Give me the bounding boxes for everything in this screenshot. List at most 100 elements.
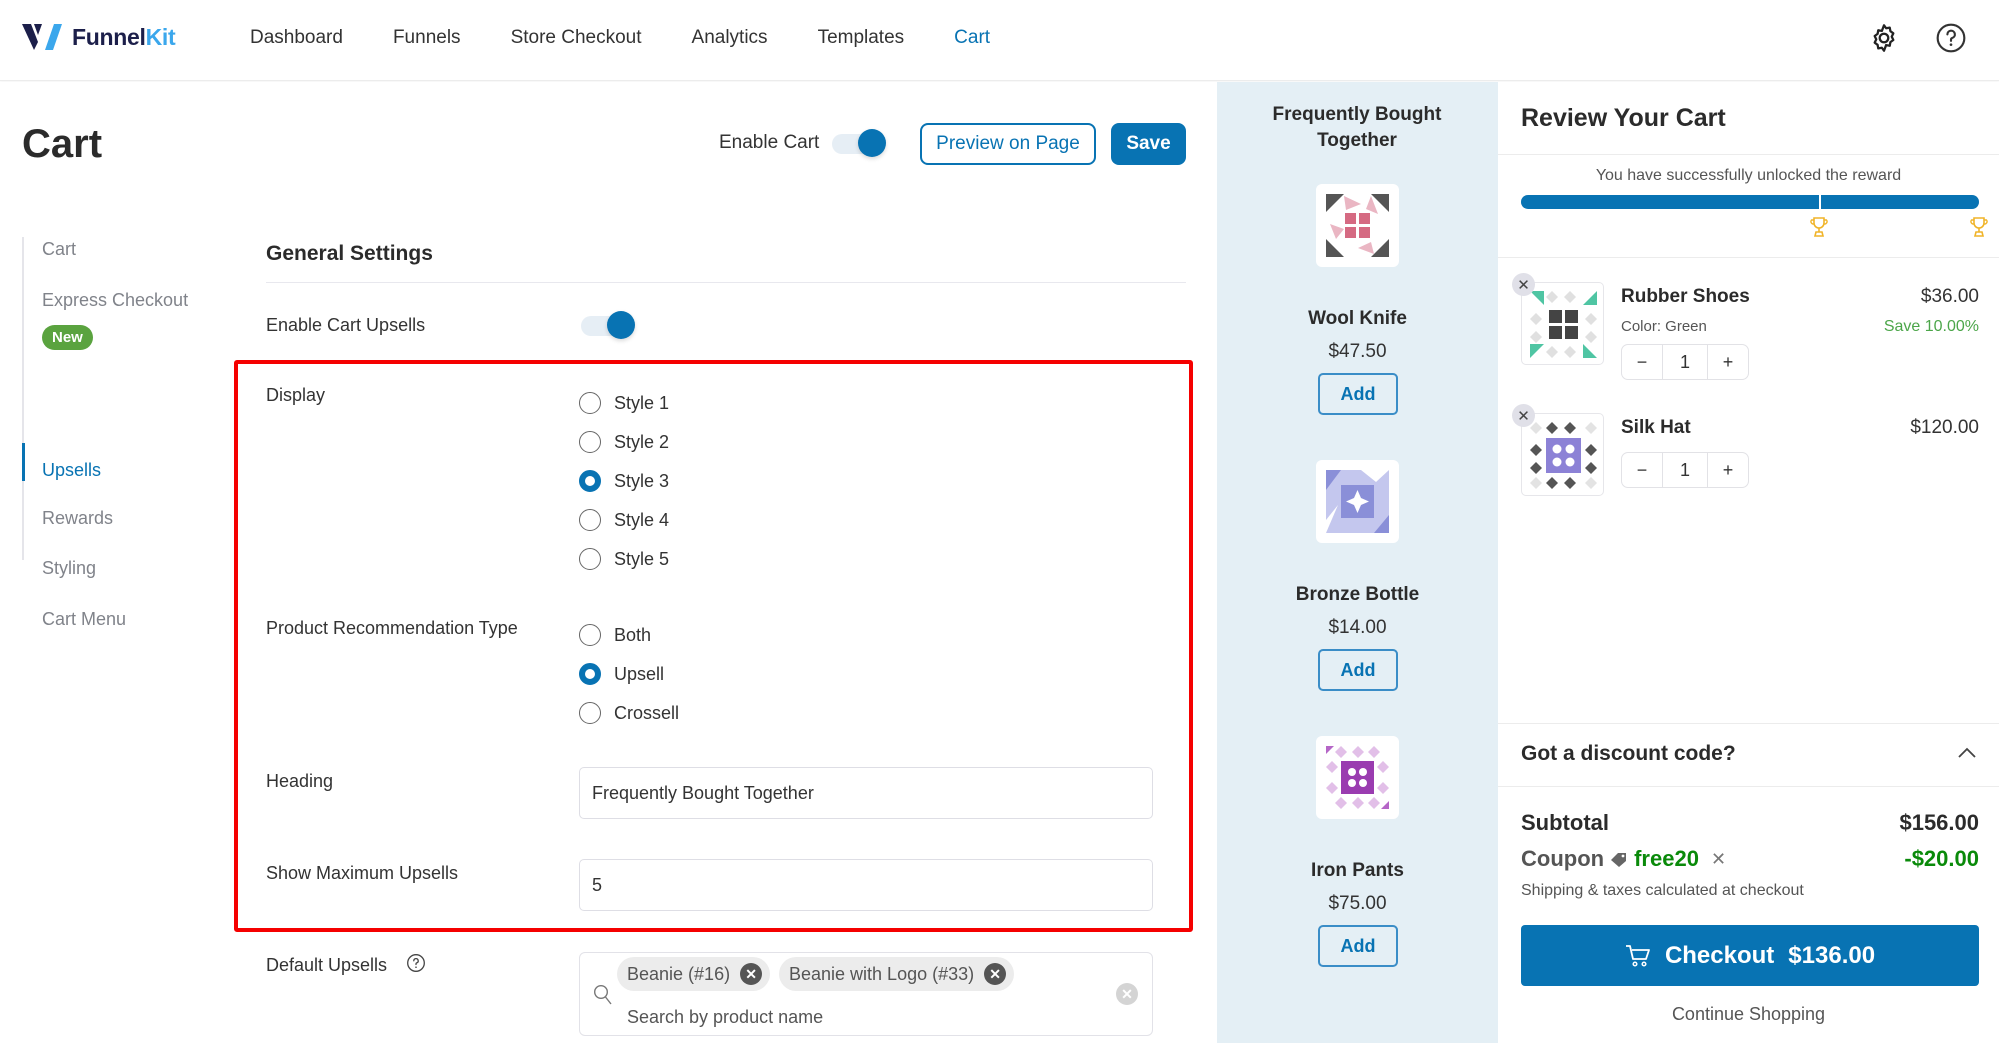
radio-both[interactable]: Both (579, 624, 651, 646)
discount-toggle[interactable]: Got a discount code? (1521, 742, 1736, 766)
divider (1498, 154, 1999, 155)
fbt-title: Frequently Bought Together (1272, 104, 1442, 151)
sidebar-item-styling[interactable]: Styling (42, 558, 96, 579)
enable-cart-toggle[interactable] (830, 129, 886, 157)
fbt-add-button[interactable]: Add (1318, 373, 1398, 415)
divider (1498, 723, 1999, 724)
quantity-value[interactable]: 1 (1662, 453, 1708, 487)
enable-upsells-toggle[interactable] (579, 311, 635, 339)
funnelkit-logo[interactable]: FunnelKit (22, 22, 176, 52)
sidebar-item-rewards[interactable]: Rewards (42, 508, 113, 529)
subtotal-value: $156.00 (1899, 810, 1979, 835)
increment-button[interactable]: + (1708, 453, 1748, 487)
checkout-button[interactable]: Checkout $136.00 (1521, 925, 1979, 986)
chevron-up-icon[interactable] (1957, 746, 1977, 760)
reward-message: You have successfully unlocked the rewar… (1595, 167, 1902, 184)
nav-analytics[interactable]: Analytics (692, 27, 768, 49)
remove-chip-icon[interactable]: ✕ (740, 963, 763, 985)
subtotal-row: Subtotal $156.00 (1521, 810, 1979, 836)
coupon-row: Coupon free20 ✕ -$20.00 (1521, 846, 1979, 872)
coupon-label: Coupon (1521, 846, 1605, 871)
sidebar-item-upsells[interactable]: Upsells (42, 460, 101, 481)
cart-item-variant: Color: Green (1621, 318, 1707, 335)
preview-on-page-button[interactable]: Preview on Page (920, 123, 1096, 165)
subtotal-label: Subtotal (1521, 810, 1609, 835)
milestone-tick (1818, 195, 1821, 209)
heading-input[interactable]: Frequently Bought Together (579, 767, 1153, 819)
product-image (1521, 413, 1604, 496)
search-icon (593, 984, 612, 1005)
divider (1498, 257, 1999, 258)
product-search-placeholder[interactable]: Search by product name (627, 1007, 823, 1028)
sidebar-item-cart[interactable]: Cart (42, 239, 76, 260)
product-image (1316, 184, 1399, 267)
radio-upsell[interactable]: Upsell (579, 663, 664, 685)
new-badge: New (42, 325, 93, 350)
product-image (1316, 460, 1399, 543)
chip-beanie-with-logo-33: Beanie with Logo (#33) ✕ (779, 957, 1015, 991)
fbt-product-price: $14.00 (1328, 617, 1387, 638)
logo-mark-icon (22, 24, 62, 50)
cart-preview-panel: Review Your Cart You have successfully u… (1498, 82, 1999, 1043)
reward-progress-fill (1521, 195, 1979, 209)
sidebar-item-express-checkout[interactable]: Express Checkout (42, 290, 188, 311)
page-title: Cart (22, 122, 103, 166)
remove-chip-icon[interactable]: ✕ (984, 963, 1007, 985)
fbt-product-price: $47.50 (1328, 341, 1387, 362)
nav-funnels[interactable]: Funnels (393, 27, 461, 49)
clear-all-icon[interactable]: ✕ (1116, 983, 1138, 1005)
checkout-total: $136.00 (1788, 941, 1876, 969)
cart-item-price: $36.00 (1920, 286, 1979, 307)
increment-button[interactable]: + (1708, 345, 1748, 379)
radio-style-1[interactable]: Style 1 (579, 392, 669, 414)
top-navigation: FunnelKit Dashboard Funnels Store Checko… (0, 0, 1999, 81)
nav-cart[interactable]: Cart (954, 27, 990, 49)
checkout-label: Checkout (1664, 941, 1775, 969)
default-upsells-select[interactable]: Beanie (#16) ✕ Beanie with Logo (#33) ✕ … (579, 952, 1153, 1036)
display-label: Display (266, 385, 326, 405)
remove-item-icon[interactable]: ✕ (1512, 273, 1535, 296)
main-nav: Dashboard Funnels Store Checkout Analyti… (250, 27, 1040, 49)
chip-beanie-16: Beanie (#16) ✕ (617, 957, 771, 991)
section-title: General Settings (266, 242, 433, 265)
active-indicator (22, 443, 25, 481)
product-image (1316, 736, 1399, 819)
save-button[interactable]: Save (1111, 123, 1186, 165)
quantity-value[interactable]: 1 (1662, 345, 1708, 379)
decrement-button[interactable]: − (1622, 345, 1662, 379)
coupon-code: free20 (1634, 846, 1699, 871)
shipping-note: Shipping & taxes calculated at checkout (1521, 882, 1804, 899)
continue-shopping-link[interactable]: Continue Shopping (1498, 1004, 1999, 1025)
fbt-add-button[interactable]: Add (1318, 925, 1398, 967)
settings-sidebar: Cart Express Checkout New Upsells Reward… (22, 237, 188, 629)
radio-style-3[interactable]: Style 3 (579, 470, 669, 492)
tag-icon (1611, 853, 1627, 867)
radio-crossell[interactable]: Crossell (579, 702, 679, 724)
enable-cart-label: Enable Cart (719, 132, 820, 153)
radio-style-4[interactable]: Style 4 (579, 509, 669, 531)
decrement-button[interactable]: − (1622, 453, 1662, 487)
nav-templates[interactable]: Templates (818, 27, 905, 49)
remove-coupon-icon[interactable]: ✕ (1711, 849, 1726, 870)
radio-style-2[interactable]: Style 2 (579, 431, 669, 453)
radio-style-5[interactable]: Style 5 (579, 548, 669, 570)
trophy-icon (1970, 217, 1988, 237)
max-upsells-input[interactable]: 5 (579, 859, 1153, 911)
gear-icon[interactable] (1868, 22, 1900, 54)
nav-store-checkout[interactable]: Store Checkout (511, 27, 642, 49)
help-circle-icon[interactable] (406, 953, 426, 973)
cart-icon (1625, 944, 1650, 967)
settings-area: Cart Enable Cart Preview on Page Save Ca… (0, 82, 1217, 1043)
cart-item-savings: Save 10.00% (1883, 318, 1979, 335)
nav-dashboard[interactable]: Dashboard (250, 27, 343, 49)
divider (1498, 786, 1999, 787)
cart-item-name: Silk Hat (1621, 417, 1691, 438)
sidebar-item-cart-menu[interactable]: Cart Menu (42, 609, 126, 630)
heading-label: Heading (266, 771, 334, 791)
fbt-product-name: Iron Pants (1311, 860, 1404, 881)
fbt-product-price: $75.00 (1328, 893, 1387, 914)
fbt-add-button[interactable]: Add (1318, 649, 1398, 691)
highlight-box (234, 360, 1193, 932)
help-icon[interactable] (1935, 22, 1967, 54)
remove-item-icon[interactable]: ✕ (1512, 404, 1535, 427)
